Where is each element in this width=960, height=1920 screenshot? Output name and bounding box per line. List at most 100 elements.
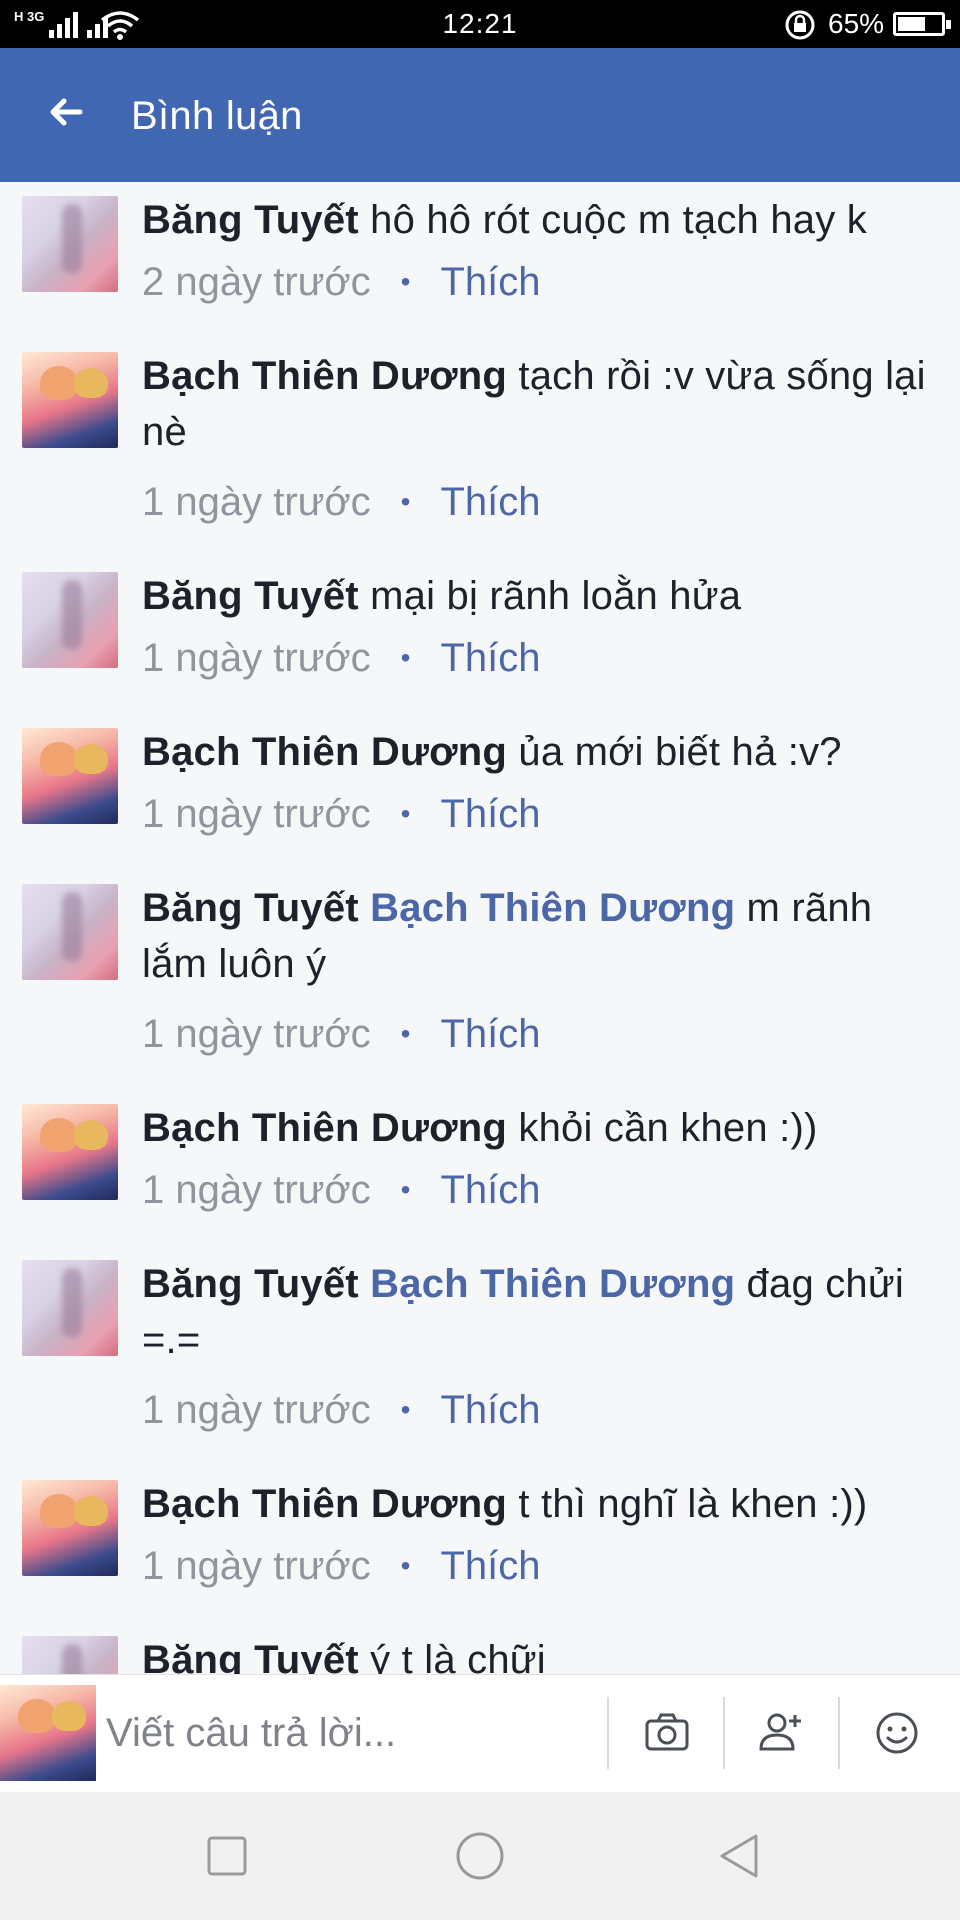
- comment-item: Bạch Thiên Dương t thì nghĩ là khen :)) 1…: [0, 1466, 960, 1622]
- comment-message: ủa mới biết hả :v?: [518, 730, 842, 774]
- my-avatar: [0, 1685, 96, 1781]
- comment-body: Băng Tuyết mại bị rãnh loằn hửa 1 ngày tr…: [142, 568, 940, 714]
- reply-composer: [0, 1674, 960, 1792]
- avatar[interactable]: [22, 352, 118, 448]
- comment-message: t thì nghĩ là khen :)): [518, 1482, 868, 1526]
- divider: [723, 1697, 725, 1769]
- comment-text: Băng Tuyết Bạch Thiên Dương đag chửi =.=: [142, 1256, 940, 1368]
- comment-text: Bạch Thiên Dương ủa mới biết hả :v?: [142, 724, 940, 780]
- comment-body: Băng Tuyết hô hô rót cuộc m tạch hay k2 …: [142, 192, 940, 338]
- avatar[interactable]: [22, 1636, 118, 1674]
- comment-timestamp: 1 ngày trước: [142, 1012, 371, 1056]
- comment-body: Băng Tuyết Bạch Thiên Dương đag chửi =.=…: [142, 1256, 940, 1466]
- like-button[interactable]: Thích: [440, 628, 540, 688]
- comment-item: Bạch Thiên Dương ủa mới biết hả :v? 1 ngà…: [0, 714, 960, 870]
- back-icon[interactable]: [710, 1826, 770, 1886]
- comment-author[interactable]: Bạch Thiên Dương: [142, 1482, 507, 1526]
- comment-timestamp: 1 ngày trước: [142, 792, 371, 836]
- comment-text: Băng Tuyết hô hô rót cuộc m tạch hay k: [142, 192, 940, 248]
- home-icon[interactable]: [450, 1826, 510, 1886]
- separator-dot: •: [400, 1394, 411, 1425]
- battery-percent: 65%: [828, 8, 885, 39]
- like-button[interactable]: Thích: [440, 472, 540, 532]
- separator-dot: •: [400, 1550, 411, 1581]
- comment-body: Băng Tuyết ý t là chữi: [142, 1632, 940, 1674]
- comment-text: Bạch Thiên Dương tạch rồi :v vừa sống lạ…: [142, 348, 940, 460]
- reply-input[interactable]: [106, 1705, 596, 1761]
- like-button[interactable]: Thích: [440, 1536, 540, 1596]
- comment-body: Bạch Thiên Dương khỏi cần khen :)) 1 ngày…: [142, 1100, 940, 1246]
- comment-body: Bạch Thiên Dương t thì nghĩ là khen :)) 1…: [142, 1476, 940, 1622]
- avatar[interactable]: [22, 572, 118, 668]
- avatar[interactable]: [22, 728, 118, 824]
- avatar[interactable]: [22, 196, 118, 292]
- divider: [838, 1697, 840, 1769]
- page-title: Bình luận: [131, 94, 303, 138]
- like-button[interactable]: Thích: [440, 252, 540, 312]
- comment-item: Băng Tuyết ý t là chữi: [0, 1622, 960, 1674]
- comment-meta: 1 ngày trước • Thích: [142, 1380, 940, 1466]
- comment-item: Bạch Thiên Dương khỏi cần khen :)) 1 ngày…: [0, 1090, 960, 1246]
- comment-item: Băng Tuyết hô hô rót cuộc m tạch hay k2 …: [0, 182, 960, 338]
- arrow-left-icon[interactable]: [42, 88, 90, 136]
- comment-text: Băng Tuyết Bạch Thiên Dương m rãnh lắm l…: [142, 880, 940, 992]
- comment-body: Bạch Thiên Dương ủa mới biết hả :v? 1 ngà…: [142, 724, 940, 870]
- separator-dot: •: [400, 798, 411, 829]
- comment-author[interactable]: Bạch Thiên Dương: [142, 730, 507, 774]
- comment-message: khỏi cần khen :)): [518, 1106, 818, 1150]
- battery-icon: [893, 12, 951, 36]
- comment-author[interactable]: Băng Tuyết: [142, 1262, 359, 1306]
- comment-message: hô hô rót cuộc m tạch hay k: [370, 198, 867, 242]
- tag-friend-icon[interactable]: [751, 1703, 811, 1763]
- emoji-icon[interactable]: [867, 1703, 927, 1763]
- comment-author[interactable]: Băng Tuyết: [142, 198, 359, 242]
- comment-text: Băng Tuyết mại bị rãnh loằn hửa: [142, 568, 940, 624]
- comment-meta: 1 ngày trước • Thích: [142, 628, 940, 714]
- avatar[interactable]: [22, 884, 118, 980]
- comment-timestamp: 1 ngày trước: [142, 636, 371, 680]
- comment-item: Bạch Thiên Dương tạch rồi :v vừa sống lạ…: [0, 338, 960, 558]
- comment-item: Băng Tuyết mại bị rãnh loằn hửa 1 ngày tr…: [0, 558, 960, 714]
- system-nav-bar: [0, 1792, 960, 1920]
- comment-meta: 1 ngày trước • Thích: [142, 472, 940, 558]
- avatar[interactable]: [22, 1260, 118, 1356]
- comment-author[interactable]: Băng Tuyết: [142, 886, 359, 930]
- comment-item: Băng Tuyết Bạch Thiên Dương đag chửi =.=…: [0, 1246, 960, 1466]
- divider: [607, 1697, 609, 1769]
- separator-dot: •: [400, 486, 411, 517]
- comment-body: Bạch Thiên Dương tạch rồi :v vừa sống lạ…: [142, 348, 940, 558]
- separator-dot: •: [400, 1018, 411, 1049]
- mention-link[interactable]: Bạch Thiên Dương: [370, 1262, 735, 1306]
- comment-text: Bạch Thiên Dương t thì nghĩ là khen :)): [142, 1476, 940, 1532]
- like-button[interactable]: Thích: [440, 784, 540, 844]
- comment-timestamp: 1 ngày trước: [142, 1168, 371, 1212]
- comment-author[interactable]: Bạch Thiên Dương: [142, 354, 507, 398]
- comment-timestamp: 1 ngày trước: [142, 1388, 371, 1432]
- comment-author[interactable]: Bạch Thiên Dương: [142, 1106, 507, 1150]
- comment-body: Băng Tuyết Bạch Thiên Dương m rãnh lắm l…: [142, 880, 940, 1090]
- app-header: Bình luận: [0, 48, 960, 182]
- avatar[interactable]: [22, 1104, 118, 1200]
- comment-timestamp: 1 ngày trước: [142, 480, 371, 524]
- comment-meta: 1 ngày trước • Thích: [142, 1536, 940, 1622]
- status-bar: H 3G 12:21 65%: [0, 0, 960, 48]
- recent-apps-icon[interactable]: [197, 1826, 257, 1886]
- comment-message: mại bị rãnh loằn hửa: [370, 574, 742, 618]
- avatar[interactable]: [22, 1480, 118, 1576]
- comment-list: Băng Tuyết hô hô rót cuộc m tạch hay k2 …: [0, 182, 960, 1674]
- comment-item: Băng Tuyết Bạch Thiên Dương m rãnh lắm l…: [0, 870, 960, 1090]
- mention-link[interactable]: Bạch Thiên Dương: [370, 886, 735, 930]
- camera-icon[interactable]: [637, 1703, 697, 1763]
- comment-meta: 1 ngày trước • Thích: [142, 1160, 940, 1246]
- like-button[interactable]: Thích: [440, 1004, 540, 1064]
- comment-message: ý t là chữi: [370, 1638, 546, 1674]
- comment-text: Băng Tuyết ý t là chữi: [142, 1632, 940, 1674]
- like-button[interactable]: Thích: [440, 1160, 540, 1220]
- comment-author[interactable]: Băng Tuyết: [142, 574, 359, 618]
- separator-dot: •: [400, 266, 411, 297]
- like-button[interactable]: Thích: [440, 1380, 540, 1440]
- rotation-lock-icon: [785, 10, 815, 40]
- comment-author[interactable]: Băng Tuyết: [142, 1638, 359, 1674]
- separator-dot: •: [400, 1174, 411, 1205]
- separator-dot: •: [400, 642, 411, 673]
